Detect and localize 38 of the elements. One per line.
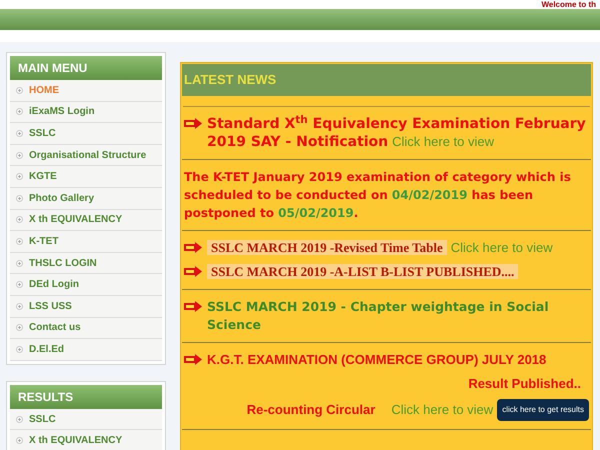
news-text: SSLC MARCH 2019 -A-LIST B-LIST PUBLISHED....	[207, 263, 518, 281]
plus-icon	[16, 437, 23, 444]
menu-link[interactable]: SSLC	[29, 412, 56, 427]
plus-icon	[16, 324, 23, 332]
menu-link[interactable]: SSLC	[29, 126, 56, 141]
news-text: Result Published..	[468, 375, 581, 393]
menu-link[interactable]: D.El.Ed	[29, 342, 64, 357]
menu-link[interactable]: K-TET	[29, 234, 58, 249]
menu-title: MAIN MENU	[10, 56, 162, 80]
plus-icon	[16, 260, 23, 267]
get-results-button[interactable]: click here to get results	[497, 399, 589, 421]
news-text: Re-counting Circular	[246, 401, 376, 419]
menu-link[interactable]: LSS USS	[29, 298, 72, 314]
news-text: Standard X$^{th}$ Equivalency Examination February 2019 SAY - Notification Click here to view	[207, 115, 587, 151]
plus-icon	[16, 281, 23, 288]
plus-icon	[16, 130, 23, 137]
plus-icon	[16, 86, 23, 94]
plus-icon	[16, 216, 23, 224]
view-link[interactable]: Click here to view	[391, 401, 494, 419]
news-text: SSLC MARCH 2019 - Chapter weightage in Social Science	[207, 298, 550, 334]
news-title: LATEST NEWS	[182, 64, 591, 96]
menu-link[interactable]: HOME	[29, 82, 59, 98]
plus-icon	[16, 173, 23, 180]
plus-icon	[16, 346, 23, 353]
view-link[interactable]: Click here to view	[450, 240, 553, 255]
news-text: K.G.T. EXAMINATION (COMMERCE GROUP) JULY 2018	[207, 351, 546, 369]
plus-icon	[16, 194, 23, 202]
plus-icon	[16, 416, 23, 423]
plus-icon	[16, 302, 23, 310]
menu-link[interactable]: KGTE	[29, 169, 57, 184]
plus-icon	[16, 108, 23, 116]
plus-icon	[16, 238, 23, 245]
plus-icon	[16, 152, 23, 159]
menu-title: RESULTS	[10, 384, 162, 409]
news-text: The K-TET January 2019 examination of category which is scheduled to be conducted on 04/02/2019 has been postponed to 05/02/2019.	[184, 169, 572, 222]
welcome-text: Welcome to th	[541, 0, 597, 9]
view-link[interactable]: Click here to view	[392, 134, 494, 149]
news-text: SSLC MARCH 2019 -Revised Time Table Click here to view	[207, 239, 553, 257]
